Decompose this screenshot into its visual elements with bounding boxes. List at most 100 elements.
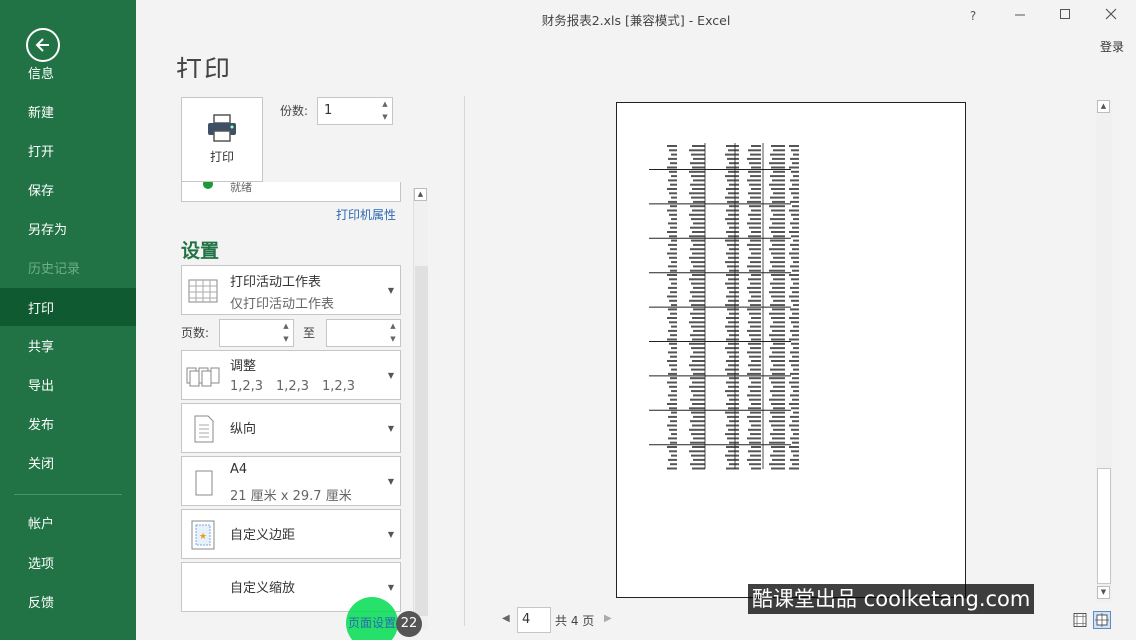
zoom-to-page-icon[interactable] [1093, 611, 1111, 629]
next-page-icon[interactable]: ▶ [604, 613, 612, 624]
preview-cell [790, 243, 799, 246]
preview-cell [669, 278, 677, 281]
preview-cell [728, 278, 739, 281]
preview-cell [689, 299, 705, 302]
scroll-up-icon[interactable]: ▲ [1097, 100, 1110, 113]
sidebar-item-export[interactable]: 导出 [0, 365, 136, 403]
preview-cell [748, 321, 761, 324]
sidebar-item-save-as[interactable]: 另存为 [0, 209, 136, 247]
preview-cell [692, 360, 705, 362]
sidebar-item-close[interactable]: 关闭 [0, 443, 136, 481]
preview-cell [793, 368, 799, 371]
orientation-dropdown[interactable]: 纵向 ▼ [181, 403, 401, 453]
preview-cell [789, 403, 799, 405]
minimize-icon[interactable] [1010, 6, 1030, 24]
preview-cell [725, 282, 739, 285]
sidebar-item-publish[interactable]: 发布 [0, 404, 136, 442]
preview-cell [726, 145, 739, 147]
pages-from-input[interactable]: ▲ ▼ [219, 319, 294, 347]
printer-icon [208, 114, 236, 142]
preview-cell [747, 243, 761, 246]
preview-cell [770, 390, 785, 393]
preview-cell [692, 295, 705, 298]
preview-scrollbar[interactable]: ▲ ▼ [1096, 100, 1112, 602]
preview-cell [668, 437, 677, 440]
copies-stepper[interactable]: 1 ▲ ▼ [317, 97, 393, 125]
previous-page-icon[interactable]: ◀ [502, 613, 510, 624]
page-setup-link[interactable]: 页面设置 [348, 614, 396, 631]
show-margins-icon[interactable] [1072, 612, 1088, 628]
spin-down-icon[interactable]: ▼ [378, 111, 392, 124]
preview-cell [690, 162, 705, 165]
sidebar-item-options[interactable]: 选项 [0, 543, 136, 581]
spin-up-icon[interactable]: ▲ [386, 320, 400, 333]
pages-to-input[interactable]: ▲ ▼ [326, 319, 401, 347]
preview-cell [728, 235, 739, 238]
preview-cell [769, 183, 785, 186]
spin-down-icon[interactable]: ▼ [386, 333, 400, 346]
preview-cell [729, 205, 739, 208]
collate-dropdown[interactable]: 调整 1,2,3 1,2,3 1,2,3 ▼ [181, 350, 401, 400]
sidebar-item-share[interactable]: 共享 [0, 326, 136, 364]
preview-cell [790, 222, 799, 225]
sign-in-link[interactable]: 登录 [1100, 38, 1124, 55]
scrollbar-thumb[interactable] [1097, 468, 1111, 584]
sidebar-item-open[interactable]: 打开 [0, 131, 136, 169]
printer-dropdown[interactable]: 就绪 [181, 182, 401, 202]
preview-cell [749, 205, 761, 208]
sidebar-item-print[interactable]: 打印 [0, 288, 136, 326]
preview-cell [728, 170, 739, 173]
scroll-down-icon[interactable]: ▼ [1097, 586, 1110, 599]
watermark: 酷课堂出品 coolketang.com [748, 584, 1035, 614]
preview-cell [771, 145, 785, 147]
preview-cell [791, 149, 799, 152]
preview-cell [670, 248, 677, 251]
preview-cell [773, 213, 785, 216]
preview-cell [667, 424, 677, 427]
printer-properties-link[interactable]: 打印机属性 [336, 206, 396, 223]
spin-up-icon[interactable]: ▲ [378, 98, 392, 111]
preview-cell [769, 377, 785, 380]
preview-cell [726, 317, 739, 319]
print-button[interactable]: 打印 [181, 97, 263, 182]
sidebar-item-save[interactable]: 保存 [0, 170, 136, 208]
help-icon[interactable]: ? [963, 9, 983, 23]
preview-cell [726, 360, 739, 362]
preview-cell [669, 235, 677, 238]
preview-cell [793, 411, 799, 414]
preview-cell [789, 360, 799, 362]
scaling-main: 自定义缩放 [230, 581, 296, 596]
total-pages: 共 4 页 [555, 614, 595, 628]
spin-up-icon[interactable]: ▲ [279, 320, 293, 333]
spin-down-icon[interactable]: ▼ [279, 333, 293, 346]
current-page-input[interactable]: 4 [517, 607, 551, 633]
close-icon[interactable] [1101, 6, 1121, 24]
sidebar-item-feedback[interactable]: 反馈 [0, 582, 136, 620]
page-title: 打印 [176, 56, 233, 78]
sidebar-item-account[interactable]: 帐户 [0, 503, 136, 541]
scroll-up-icon[interactable]: ▲ [414, 188, 427, 201]
preview-cell [729, 334, 739, 337]
preview-cell [667, 403, 677, 405]
preview-cell [692, 338, 705, 341]
preview-cell [773, 342, 785, 345]
preview-cell [789, 166, 799, 169]
chevron-down-icon: ▼ [387, 286, 394, 295]
preview-cell [728, 364, 739, 367]
print-what-sub: 仅打印活动工作表 [230, 297, 335, 312]
preview-cell [726, 467, 739, 470]
sidebar-item-new[interactable]: 新建 [0, 92, 136, 130]
preview-cell [769, 398, 785, 401]
preview-cell [670, 398, 677, 401]
preview-cell [668, 200, 677, 203]
backstage-sidebar: 信息 新建 打开 保存 另存为 历史记录 打印 共享 导出 发布 关闭 帐户 选… [0, 0, 136, 640]
scrollbar-thumb[interactable] [415, 266, 428, 616]
maximize-icon[interactable] [1055, 6, 1075, 24]
print-what-dropdown[interactable]: 打印活动工作表 仅打印活动工作表 ▼ [181, 265, 401, 315]
preview-cell [769, 269, 785, 272]
margins-dropdown[interactable]: ★ 自定义边距 ▼ [181, 509, 401, 559]
settings-scrollbar[interactable]: ▲ [413, 188, 428, 630]
paper-size-dropdown[interactable]: A4 21 厘米 x 29.7 厘米 ▼ [181, 456, 401, 506]
preview-cell [747, 437, 761, 440]
sidebar-item-info[interactable]: 信息 [0, 53, 136, 91]
